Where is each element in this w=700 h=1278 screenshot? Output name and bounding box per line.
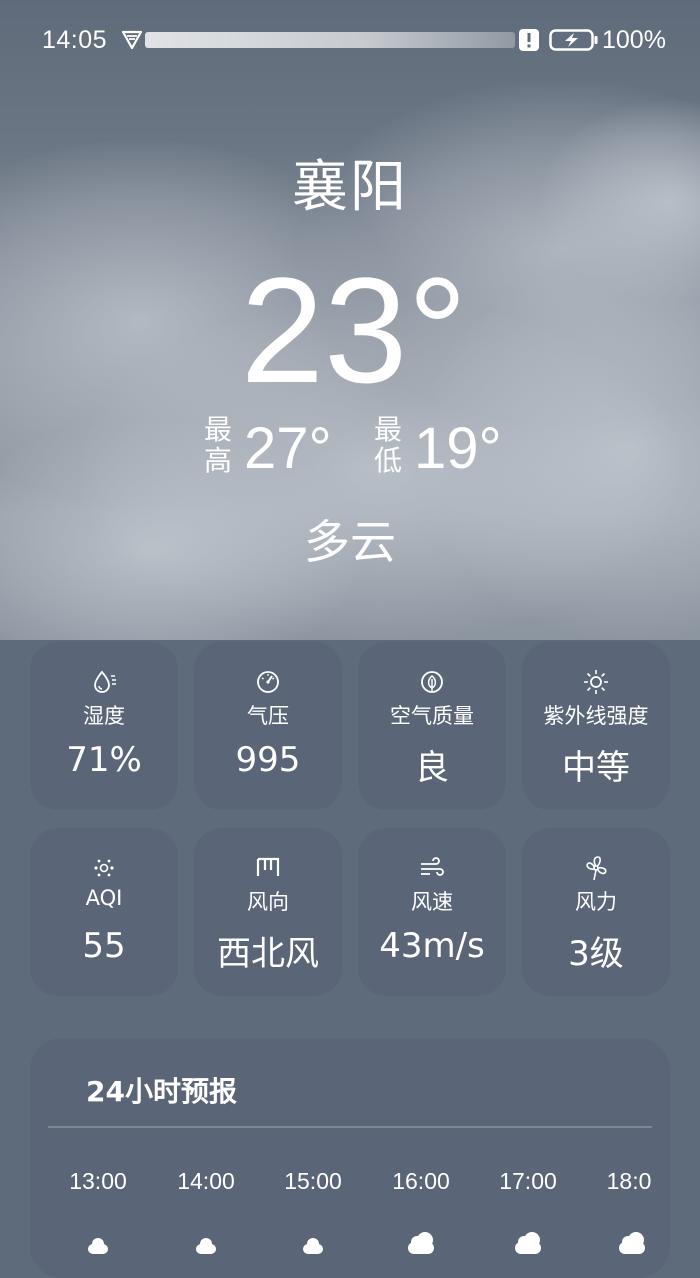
wind-speed-card[interactable]: 风速 43m/s (358, 828, 506, 996)
card-value: 55 (82, 926, 126, 966)
wind-direction-card[interactable]: 风向 西北风 (194, 828, 342, 996)
alert-icon (519, 29, 539, 51)
low-temperature: 最低 19° (374, 414, 524, 484)
status-time: 14:05 (42, 26, 108, 54)
cloudy-icon (88, 1238, 108, 1254)
high-temperature: 最高 27° (204, 414, 354, 484)
forecast-hour-time: 16:00 (392, 1168, 450, 1194)
high-label: 最高 (204, 413, 233, 477)
divider (48, 1126, 652, 1128)
cloudy-icon (408, 1232, 434, 1254)
fan-icon (586, 856, 607, 881)
card-label: 气压 (247, 704, 289, 728)
cloudy-icon (196, 1238, 216, 1254)
humidity-card[interactable]: 湿度 71% (30, 642, 178, 810)
current-temperature: 23° (240, 246, 468, 414)
card-label: 风向 (247, 890, 289, 914)
card-label: 湿度 (83, 704, 125, 728)
sun-icon (584, 670, 608, 694)
forecast-hour-time: 15:00 (284, 1168, 342, 1194)
card-value: 良 (415, 748, 449, 788)
high-value: 27° (244, 416, 332, 481)
card-value: 43m/s (379, 926, 485, 966)
wind-speed-icon (421, 857, 444, 876)
card-value: 71% (66, 740, 142, 780)
hourly-forecast-panel[interactable]: 24小时预报 13:00 14:00 15:00 16:00 17:00 18:… (30, 1038, 670, 1278)
card-value: 西北风 (217, 934, 319, 974)
card-label: 风力 (575, 890, 617, 914)
forecast-hour-time: 14:00 (177, 1168, 235, 1194)
city-name[interactable]: 襄阳 (0, 142, 700, 223)
cloudy-icon (515, 1232, 541, 1254)
battery-charging-icon (549, 29, 598, 51)
card-value: 中等 (562, 748, 630, 788)
humidity-icon (94, 670, 116, 693)
forecast-hour-time: 17:00 (499, 1168, 557, 1194)
pressure-card[interactable]: 气压 995 (194, 642, 342, 810)
card-value: 995 (235, 740, 301, 780)
aqi-dots-icon (94, 859, 114, 877)
cloudy-icon (303, 1238, 323, 1254)
forecast-hour-time: 18:0 (606, 1168, 652, 1194)
weather-condition: 多云 (304, 515, 396, 569)
status-bar: 14:05 100% (0, 0, 700, 80)
card-label: 空气质量 (390, 704, 474, 728)
low-value: 19° (414, 416, 502, 481)
forecast-hour-time: 13:00 (69, 1168, 127, 1194)
card-label: AQI (85, 886, 123, 910)
pressure-gauge-icon (257, 671, 279, 693)
forecast-title: 24小时预报 (86, 1075, 237, 1108)
battery-percent: 100% (602, 26, 666, 54)
air-quality-card[interactable]: 空气质量 良 (358, 642, 506, 810)
wind-direction-icon (256, 857, 280, 876)
card-label: 风速 (411, 890, 453, 914)
vpn-shield-icon (121, 30, 143, 50)
aqi-card[interactable]: AQI 55 (30, 828, 178, 996)
low-label: 最低 (374, 413, 403, 477)
cloudy-icon (619, 1232, 645, 1254)
notification-banner-streak (145, 32, 515, 48)
wind-force-card[interactable]: 风力 3级 (522, 828, 670, 996)
card-label: 紫外线强度 (543, 704, 649, 728)
leaf-icon (421, 671, 443, 693)
card-value: 3级 (568, 934, 624, 974)
uv-index-card[interactable]: 紫外线强度 中等 (522, 642, 670, 810)
